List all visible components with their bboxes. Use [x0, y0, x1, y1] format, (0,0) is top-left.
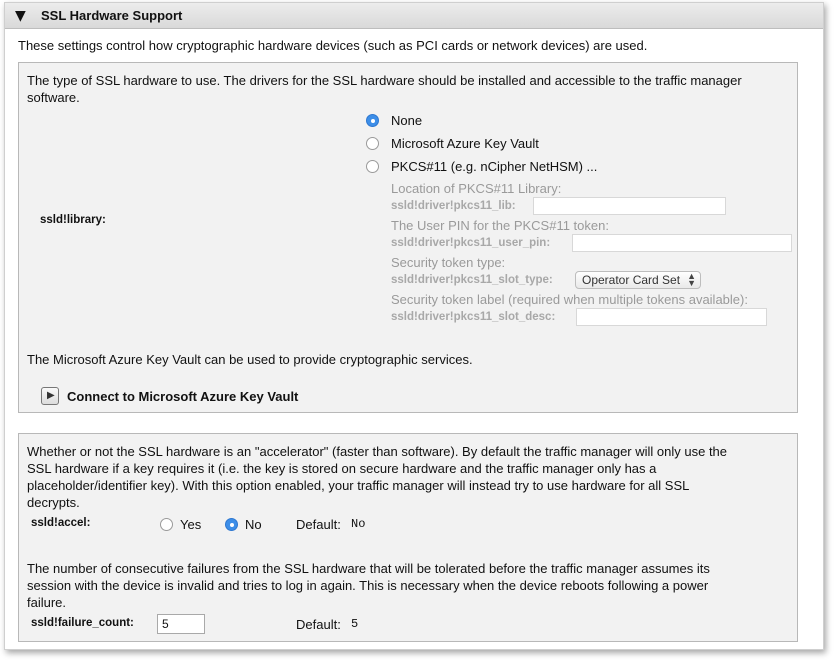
ssl-hardware-panel: ▼ SSL Hardware Support These settings co… — [4, 2, 824, 650]
section-header[interactable]: ▼ SSL Hardware Support — [5, 3, 823, 29]
library-option-azure-radio[interactable] — [366, 137, 379, 150]
pkcs11-slot-type-label: ssld!driver!pkcs11_slot_type: — [391, 274, 553, 286]
failure-count-label: ssld!failure_count: — [31, 617, 134, 629]
failure-default-value: 5 — [351, 617, 359, 631]
accel-no-radio[interactable] — [225, 518, 238, 531]
pkcs11-slot-type-description: Security token type: — [391, 255, 506, 270]
pkcs11-pin-description: The User PIN for the PKCS#11 token: — [391, 218, 609, 233]
accel-default-label: Default: — [296, 517, 341, 532]
pkcs11-slot-desc-description: Security token label (required when mult… — [391, 292, 748, 307]
library-option-pkcs11-radio[interactable] — [366, 160, 379, 173]
accel-description-line4: decrypts. — [27, 495, 80, 510]
expand-triangle-icon: ▶ — [47, 390, 55, 401]
section-title: SSL Hardware Support — [41, 8, 183, 23]
failure-count-input[interactable]: 5 — [157, 614, 205, 634]
library-description-line1: The type of SSL hardware to use. The dri… — [27, 73, 742, 88]
collapse-triangle-icon[interactable]: ▼ — [15, 8, 26, 24]
pkcs11-lib-label: ssld!driver!pkcs11_lib: — [391, 200, 516, 212]
accel-description-line3: placeholder/identifier key). With this o… — [27, 478, 690, 493]
failure-description-line2: session with the device is invalid and t… — [27, 578, 709, 593]
pkcs11-slot-type-value: Operator Card Set — [582, 273, 681, 287]
pkcs11-slot-desc-input[interactable] — [576, 308, 767, 326]
library-settings-box: The type of SSL hardware to use. The dri… — [18, 62, 798, 413]
accel-settings-box: Whether or not the SSL hardware is an "a… — [18, 433, 798, 642]
accel-description-line2: SSL hardware if a key requires it (i.e. … — [27, 461, 657, 476]
library-option-azure-label: Microsoft Azure Key Vault — [391, 136, 539, 151]
failure-description-line3: failure. — [27, 595, 67, 610]
section-intro: These settings control how cryptographic… — [18, 38, 648, 53]
azure-note: The Microsoft Azure Key Vault can be use… — [27, 352, 473, 367]
accel-no-label: No — [245, 517, 262, 532]
library-description-line2: software. — [27, 90, 80, 105]
select-arrows-icon: ▲ ▼ — [687, 271, 696, 288]
library-option-pkcs11-label: PKCS#11 (e.g. nCipher NetHSM) ... — [391, 159, 598, 174]
library-option-none-radio[interactable] — [366, 114, 379, 127]
accel-yes-radio[interactable] — [160, 518, 173, 531]
accel-yes-label: Yes — [180, 517, 202, 532]
accel-description-line1: Whether or not the SSL hardware is an "a… — [27, 444, 728, 459]
library-option-none-label: None — [391, 113, 423, 128]
accel-label: ssld!accel: — [31, 517, 91, 529]
azure-connect-expander[interactable]: ▶ — [41, 387, 59, 405]
pkcs11-slot-desc-label: ssld!driver!pkcs11_slot_desc: — [391, 311, 556, 323]
library-label: ssld!library: — [40, 214, 106, 226]
pkcs11-pin-label: ssld!driver!pkcs11_user_pin: — [391, 237, 551, 249]
pkcs11-pin-input[interactable] — [572, 234, 792, 252]
failure-description-line1: The number of consecutive failures from … — [27, 561, 710, 576]
accel-default-value: No — [351, 517, 366, 531]
azure-connect-label[interactable]: Connect to Microsoft Azure Key Vault — [67, 388, 298, 405]
pkcs11-lib-input[interactable] — [533, 197, 726, 215]
pkcs11-slot-type-select[interactable]: Operator Card Set ▲ ▼ — [575, 271, 701, 289]
pkcs11-lib-description: Location of PKCS#11 Library: — [391, 181, 562, 196]
failure-default-label: Default: — [296, 617, 341, 632]
